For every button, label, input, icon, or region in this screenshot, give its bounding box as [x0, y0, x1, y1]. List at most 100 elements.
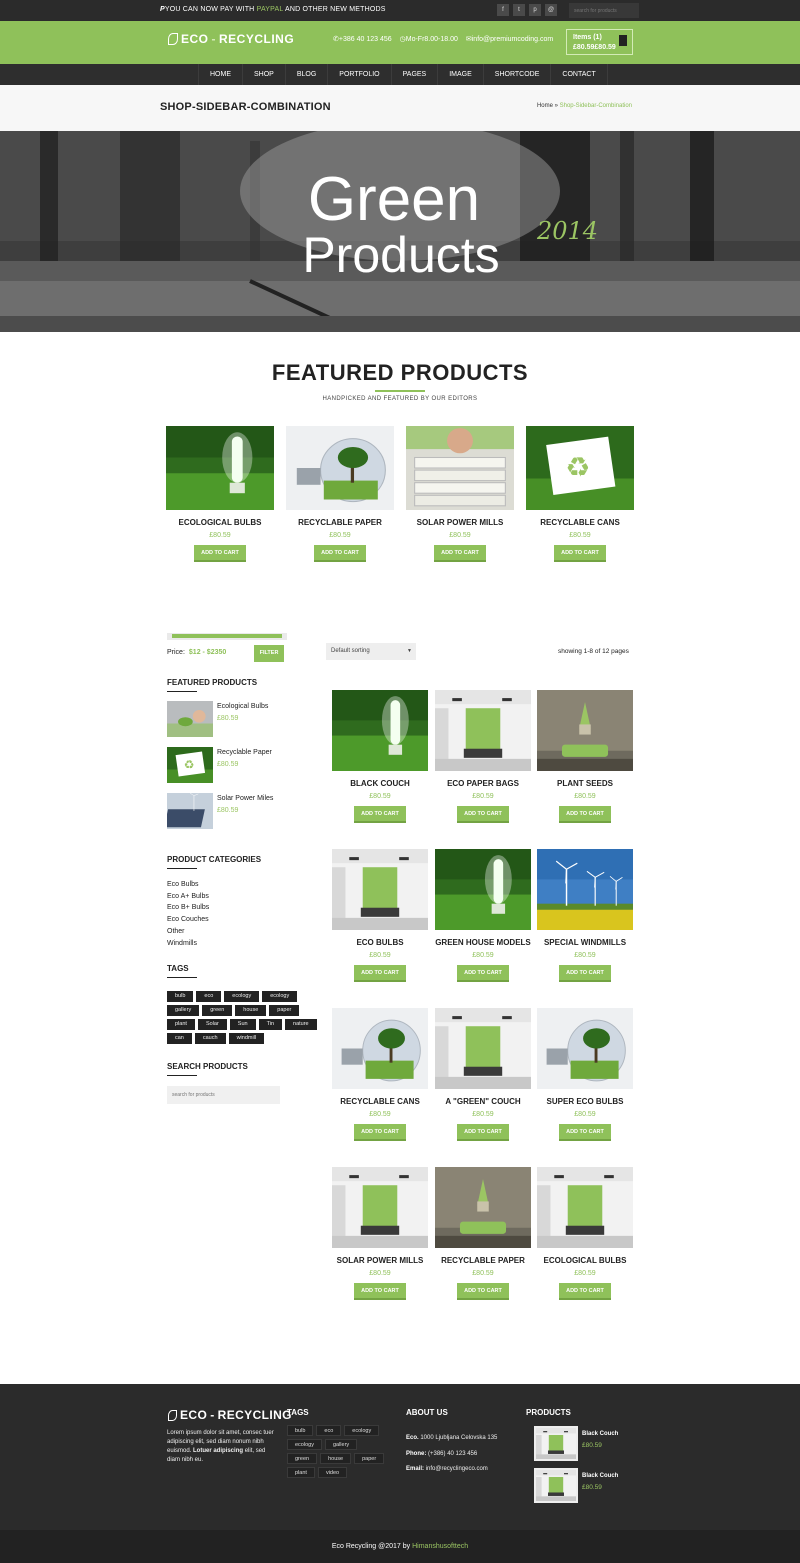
tag-item[interactable]: eco: [196, 991, 222, 1002]
product-photo[interactable]: [537, 849, 633, 930]
footer-email[interactable]: Email: info@recyclingeco.com: [406, 1462, 497, 1478]
nav-shortcode[interactable]: SHORTCODE: [484, 64, 552, 85]
add-to-cart-button[interactable]: ADD TO CART: [457, 1283, 509, 1300]
tag-item[interactable]: gallery: [167, 1005, 200, 1016]
add-to-cart-button[interactable]: ADD TO CART: [554, 545, 606, 562]
add-to-cart-button[interactable]: ADD TO CART: [457, 1124, 509, 1141]
footer-tag-item[interactable]: house: [320, 1453, 352, 1464]
add-to-cart-button[interactable]: ADD TO CART: [354, 1124, 406, 1141]
category-item[interactable]: Windmills: [167, 938, 209, 950]
author-link[interactable]: Himanshusofttech: [412, 1543, 468, 1550]
footer-tag-item[interactable]: plant: [287, 1467, 315, 1478]
price-slider[interactable]: [167, 633, 287, 640]
add-to-cart-button[interactable]: ADD TO CART: [194, 545, 246, 562]
nav-blog[interactable]: BLOG: [286, 64, 329, 85]
footer-tag-item[interactable]: green: [287, 1453, 318, 1464]
product-photo[interactable]: [537, 690, 633, 771]
category-item[interactable]: Eco Couches: [167, 914, 209, 926]
filter-button[interactable]: FILTER: [254, 645, 284, 662]
twitter-icon[interactable]: t: [513, 4, 525, 16]
product-image[interactable]: [537, 849, 633, 930]
product-image[interactable]: [435, 1008, 531, 1089]
add-to-cart-button[interactable]: ADD TO CART: [314, 545, 366, 562]
product-photo[interactable]: [435, 1167, 531, 1248]
product-image[interactable]: [286, 426, 394, 510]
footer-tag-item[interactable]: gallery: [324, 1439, 358, 1450]
product-name[interactable]: RECYCLABLE PAPER: [286, 518, 394, 527]
product-image[interactable]: [332, 849, 428, 930]
product-name[interactable]: RECYCLABLE PAPER: [435, 1256, 531, 1265]
breadcrumb-home[interactable]: Home: [537, 103, 553, 109]
footer-product-name[interactable]: Black Couch: [582, 1473, 618, 1479]
footer-tag-item[interactable]: ecology: [287, 1439, 322, 1450]
product-name[interactable]: SPECIAL WINDMILLS: [537, 938, 633, 947]
product-photo[interactable]: [435, 690, 531, 771]
product-image[interactable]: [537, 1167, 633, 1248]
sidebar-product-item[interactable]: ♻ Recyclable Paper £80.59: [167, 747, 287, 785]
pinterest-icon[interactable]: p: [529, 4, 541, 16]
add-to-cart-button[interactable]: ADD TO CART: [354, 806, 406, 823]
footer-logo[interactable]: ECO - RECYCLING: [168, 1408, 292, 1422]
add-to-cart-button[interactable]: ADD TO CART: [559, 1283, 611, 1300]
tag-item[interactable]: cauch: [194, 1033, 226, 1044]
nav-contact[interactable]: CONTACT: [551, 64, 608, 85]
product-name[interactable]: ECO BULBS: [332, 938, 428, 947]
tag-item[interactable]: Tin: [258, 1019, 283, 1030]
tag-item[interactable]: can: [167, 1033, 192, 1044]
product-photo[interactable]: [166, 426, 274, 510]
nav-portfolio[interactable]: PORTFOLIO: [328, 64, 392, 85]
footer-tag-item[interactable]: ecology: [344, 1425, 380, 1436]
site-logo[interactable]: ECO - RECYCLING: [168, 32, 294, 46]
product-photo[interactable]: [537, 1167, 633, 1248]
tag-item[interactable]: house: [235, 1005, 267, 1016]
product-photo[interactable]: [332, 849, 428, 930]
product-name[interactable]: ECOLOGICAL BULBS: [537, 1256, 633, 1265]
product-photo[interactable]: [406, 426, 514, 510]
footer-product-name[interactable]: Black Couch: [582, 1431, 618, 1437]
product-image[interactable]: [537, 1008, 633, 1089]
product-image[interactable]: [537, 690, 633, 771]
tag-item[interactable]: Solar: [197, 1019, 227, 1030]
product-image[interactable]: [435, 690, 531, 771]
tag-item[interactable]: bulb: [167, 991, 194, 1002]
tag-item[interactable]: ecology: [224, 991, 260, 1002]
footer-product-item[interactable]: Black Couch £80.59: [534, 1426, 634, 1466]
sidebar-product-name[interactable]: Ecological Bulbs: [217, 703, 268, 710]
product-image[interactable]: [406, 426, 514, 510]
nav-shop[interactable]: SHOP: [243, 64, 286, 85]
product-photo[interactable]: ♻: [526, 426, 634, 510]
cart-widget[interactable]: Items (1) £80.59£80.59: [566, 29, 633, 55]
product-photo[interactable]: [537, 1008, 633, 1089]
footer-tag-item[interactable]: paper: [354, 1453, 385, 1464]
product-name[interactable]: GREEN HOUSE MODELS: [435, 938, 531, 947]
product-image[interactable]: [435, 849, 531, 930]
tag-item[interactable]: plant: [167, 1019, 195, 1030]
nav-image[interactable]: IMAGE: [438, 64, 484, 85]
category-item[interactable]: Other: [167, 926, 209, 938]
tag-item[interactable]: green: [202, 1005, 233, 1016]
sidebar-search-input[interactable]: [167, 1086, 280, 1104]
sidebar-product-thumb[interactable]: [167, 701, 213, 737]
facebook-icon[interactable]: f: [497, 4, 509, 16]
email-info[interactable]: ✉info@premiumcoding.com: [466, 35, 553, 43]
sidebar-product-thumb[interactable]: ♻: [167, 747, 213, 783]
product-name[interactable]: PLANT SEEDS: [537, 779, 633, 788]
add-to-cart-button[interactable]: ADD TO CART: [457, 965, 509, 982]
category-item[interactable]: Eco Bulbs: [167, 879, 209, 891]
product-photo[interactable]: [332, 1008, 428, 1089]
tag-item[interactable]: windmill: [228, 1033, 265, 1044]
product-name[interactable]: SOLAR POWER MILLS: [332, 1256, 428, 1265]
product-photo[interactable]: [332, 690, 428, 771]
product-image[interactable]: [332, 690, 428, 771]
paypal-link[interactable]: PAYPAL: [257, 6, 284, 13]
add-to-cart-button[interactable]: ADD TO CART: [559, 806, 611, 823]
add-to-cart-button[interactable]: ADD TO CART: [559, 1124, 611, 1141]
add-to-cart-button[interactable]: ADD TO CART: [354, 1283, 406, 1300]
product-name[interactable]: BLACK COUCH: [332, 779, 428, 788]
product-image[interactable]: [435, 1167, 531, 1248]
sidebar-product-item[interactable]: Solar Power Miles £80.59: [167, 793, 287, 831]
product-name[interactable]: ECO PAPER BAGS: [435, 779, 531, 788]
product-name[interactable]: RECYCLABLE CANS: [526, 518, 634, 527]
mail-icon[interactable]: @: [545, 4, 557, 16]
product-photo[interactable]: [435, 1008, 531, 1089]
